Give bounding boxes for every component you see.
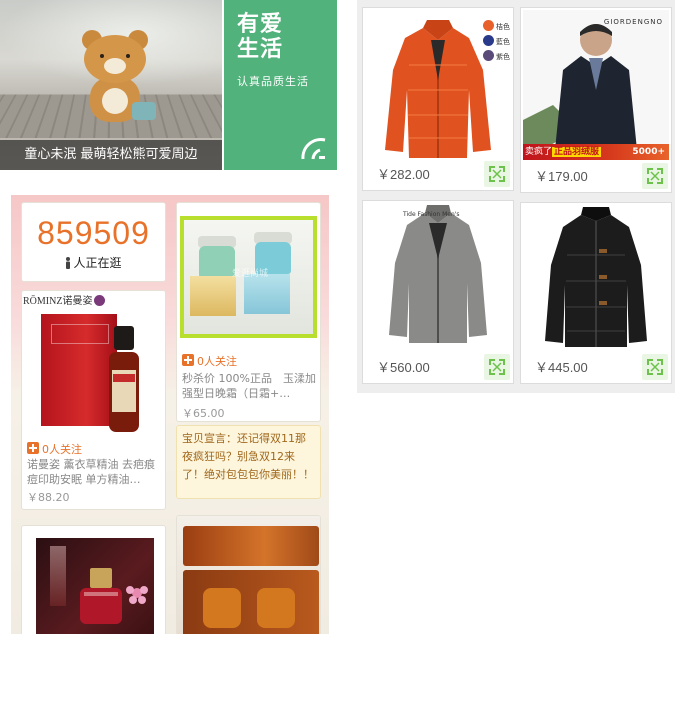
zoom-button[interactable] xyxy=(484,161,510,187)
follow-button[interactable]: 0人关注 xyxy=(27,441,82,457)
product-price: ￥560.00 xyxy=(377,360,430,375)
product-price: ￥179.00 xyxy=(535,169,588,184)
watermark: 爱逛尚城 xyxy=(232,269,269,279)
banner-side-title: 有爱 生活 xyxy=(237,12,284,62)
zoom-button[interactable] xyxy=(642,354,668,380)
grid-item-black-jacket[interactable]: ￥445.00 xyxy=(520,202,672,384)
product-title[interactable]: 诺曼姿 薰衣草精油 去疤痕痘印助安眠 单方精油… xyxy=(27,457,163,487)
rilakkuma-bear-image xyxy=(76,26,160,130)
visitor-count: 859509 xyxy=(37,215,150,251)
plus-icon xyxy=(27,442,39,454)
product-price: ￥282.00 xyxy=(377,167,430,182)
visitor-label: 人正在逛 xyxy=(73,256,122,270)
product-card-serum[interactable] xyxy=(21,525,166,634)
product-card-cream[interactable]: 爱逛尚城 0人关注 秒杀价 100%正品 玉渘加强型日晚霜（日霜+… ￥65.0… xyxy=(176,202,321,422)
banner-caption: 童心未泯 最萌轻松熊可爱周边 xyxy=(0,140,222,170)
swatch-blue-dot xyxy=(483,35,494,46)
corner-arrow-icon xyxy=(301,138,326,160)
product-card-rominz[interactable]: RŌMINZ诺曼姿 0人关注 诺曼姿 薰衣草精油 去疤痕痘印助安眠 单方精油… … xyxy=(21,290,166,510)
promo-banner[interactable]: 童心未泯 最萌轻松熊可爱周边 有爱 生活 认真品质生活 xyxy=(0,0,337,170)
zoom-button[interactable] xyxy=(484,354,510,380)
promo-note-card[interactable]: 宝贝宣言：还记得双11那夜疯狂吗？别急双12来了！绝对包包包你美丽！！ xyxy=(176,425,321,499)
product-image[interactable]: Tide Fashion Men's xyxy=(365,203,511,353)
expand-icon xyxy=(489,359,505,375)
grid-item-giordengno[interactable]: GIORDENGNO 卖疯了 正品羽绒服 5000+ ￥179.00 xyxy=(520,7,672,193)
banner-photo[interactable]: 童心未泯 最萌轻松熊可爱周边 xyxy=(0,0,222,170)
grid-item-grey-jacket[interactable]: Tide Fashion Men's ￥560.00 xyxy=(362,200,514,384)
promo-note: 宝贝宣言：还记得双11那夜疯狂吗？别急双12来了！绝对包包包你美丽！！ xyxy=(182,432,314,481)
product-feed[interactable]: 859509 人正在逛 RŌMINZ诺曼姿 0人关注 诺曼姿 薰衣草精油 去疤痕… xyxy=(11,195,329,634)
banner-side-panel[interactable]: 有爱 生活 认真品质生活 xyxy=(224,0,337,170)
product-price: ￥445.00 xyxy=(535,360,588,375)
brand-logo: RŌMINZ诺曼姿 xyxy=(23,296,93,307)
follow-button[interactable]: 0人关注 xyxy=(182,353,237,369)
product-image[interactable] xyxy=(36,538,154,634)
zoom-button[interactable] xyxy=(642,163,668,189)
swatch-purple-dot xyxy=(483,50,494,61)
promo-strip: 卖疯了 正品羽绒服 5000+ xyxy=(523,144,669,160)
product-image[interactable] xyxy=(177,516,320,634)
product-image[interactable]: 桔色 藍色 紫色 xyxy=(365,10,511,160)
expand-icon xyxy=(647,168,663,184)
color-swatches: 桔色 藍色 紫色 xyxy=(483,20,510,65)
expand-icon xyxy=(647,359,663,375)
grid-item-orange-jacket[interactable]: 桔色 藍色 紫色 ￥282.00 xyxy=(362,7,514,191)
product-price: ￥65.00 xyxy=(182,407,225,420)
product-image[interactable]: 爱逛尚城 xyxy=(180,216,317,338)
product-title[interactable]: 秒杀价 100%正品 玉渘加强型日晚霜（日霜+… xyxy=(182,371,318,401)
product-price: ￥88.20 xyxy=(27,491,70,504)
person-icon xyxy=(66,257,71,269)
visitor-counter: 859509 人正在逛 xyxy=(21,202,166,282)
brand-logo: GIORDENGNO xyxy=(603,18,663,26)
product-grid[interactable]: 桔色 藍色 紫色 ￥282.00 GIORDENGNO 卖疯了 正品羽绒服 50… xyxy=(357,0,675,393)
plus-icon xyxy=(182,354,194,366)
product-image[interactable] xyxy=(523,205,669,355)
expand-icon xyxy=(489,166,505,182)
brand-tag: Tide Fashion Men's xyxy=(403,211,460,218)
swatch-orange-dot xyxy=(483,20,494,31)
product-image[interactable]: RŌMINZ诺曼姿 xyxy=(23,292,165,438)
product-card-giftbox[interactable] xyxy=(176,515,321,634)
banner-side-subtitle: 认真品质生活 xyxy=(237,75,309,88)
product-image[interactable]: GIORDENGNO 卖疯了 正品羽绒服 5000+ xyxy=(523,10,669,160)
